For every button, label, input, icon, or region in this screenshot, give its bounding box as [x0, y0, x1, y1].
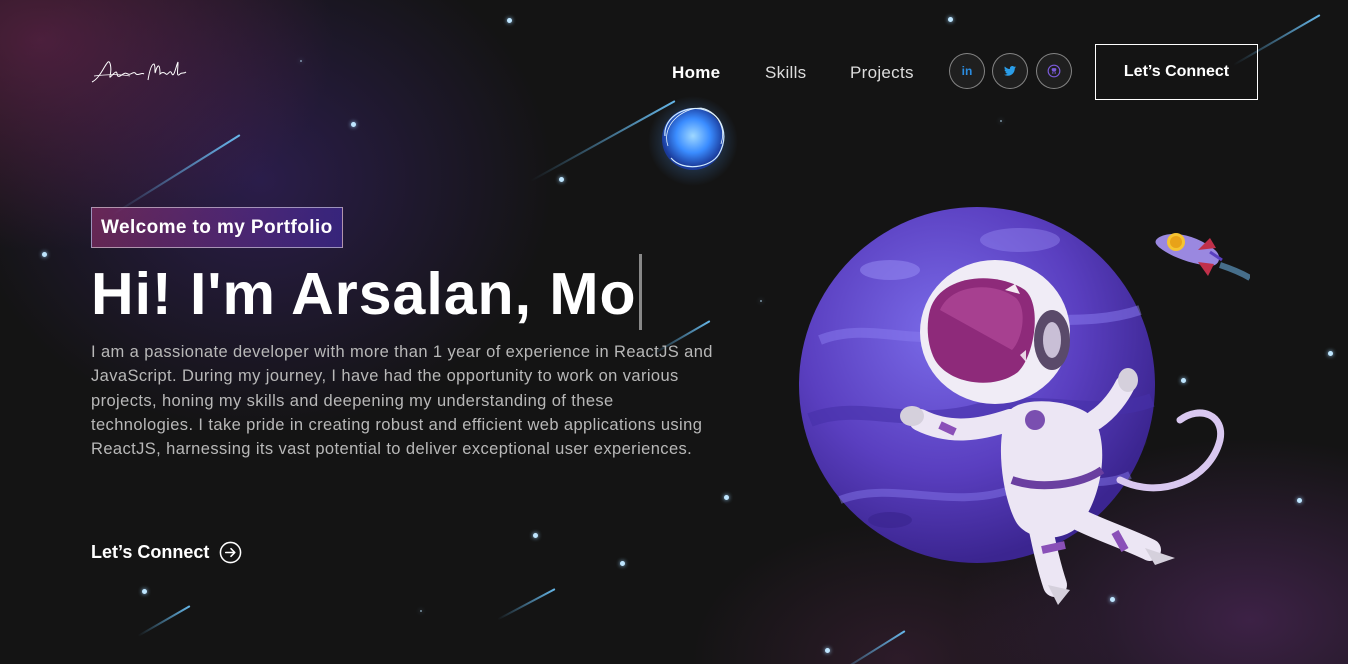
star — [533, 533, 538, 538]
star — [142, 589, 147, 594]
headline-text: Hi! I'm Arsalan, Mo — [91, 261, 637, 327]
nav-link-skills[interactable]: Skills — [765, 63, 806, 83]
star — [620, 561, 625, 566]
star — [1328, 351, 1333, 356]
meteor — [497, 588, 556, 621]
star — [559, 177, 564, 182]
star — [351, 122, 356, 127]
nav-link-projects[interactable]: Projects — [850, 63, 914, 83]
github-icon — [1047, 64, 1061, 78]
lets-connect-label: Let’s Connect — [91, 542, 210, 562]
lets-connect-link[interactable]: Let’s Connect — [91, 541, 242, 564]
linkedin-icon: in — [961, 64, 973, 78]
arrow-right-circle-icon — [220, 541, 242, 564]
github-button[interactable] — [1036, 53, 1072, 89]
twitter-icon — [1004, 66, 1016, 76]
hero-description: I am a passionate developer with more th… — [91, 343, 713, 459]
typing-cursor — [638, 254, 642, 330]
star — [1297, 498, 1302, 503]
nav-link-home[interactable]: Home — [672, 63, 720, 83]
star — [724, 495, 729, 500]
star — [420, 610, 422, 612]
star — [948, 17, 953, 22]
lets-connect-button[interactable]: Let’s Connect — [1095, 44, 1258, 100]
star — [1000, 120, 1002, 122]
glowing-orb-illustration — [648, 96, 738, 186]
signature-logo[interactable] — [90, 58, 190, 93]
star — [300, 60, 302, 62]
welcome-tagline: Welcome to my Portfolio — [91, 207, 343, 248]
meteor — [112, 134, 241, 216]
star — [507, 18, 512, 23]
meteor — [137, 605, 191, 637]
star — [42, 252, 47, 257]
linkedin-button[interactable]: in — [949, 53, 985, 89]
star — [760, 300, 762, 302]
star — [825, 648, 830, 653]
twitter-button[interactable] — [992, 53, 1028, 89]
hero-headline: Hi! I'm Arsalan, Mo — [91, 254, 642, 334]
rocket-illustration — [1155, 233, 1250, 281]
